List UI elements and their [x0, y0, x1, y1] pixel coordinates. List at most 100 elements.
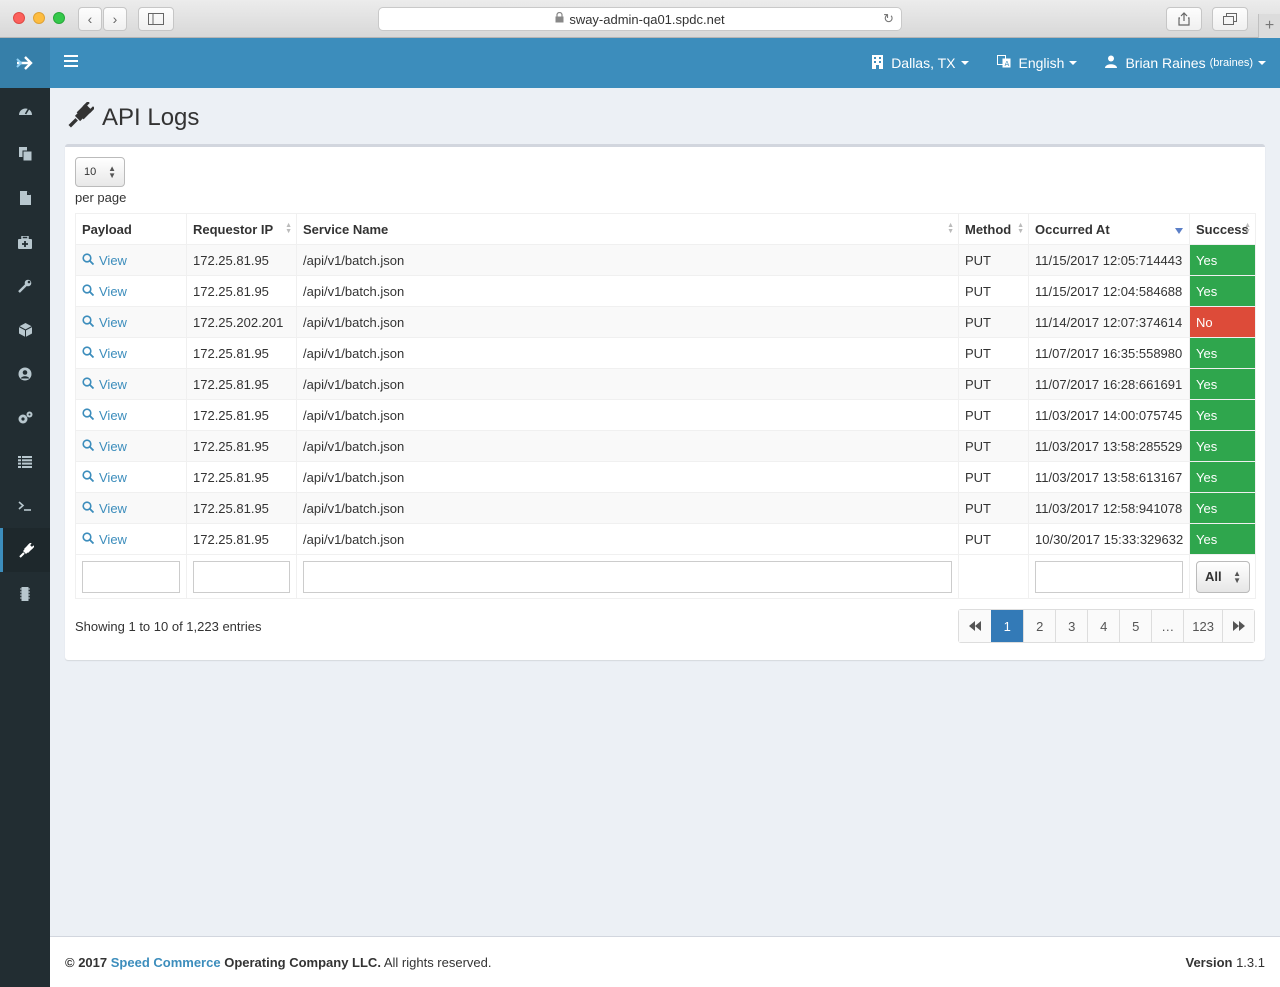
method-cell: PUT [958, 244, 1029, 276]
view-payload-link[interactable]: View [82, 377, 180, 392]
page-button[interactable]: 3 [1055, 610, 1088, 642]
user-circle-icon [18, 367, 32, 381]
view-payload-link[interactable]: View [82, 346, 180, 361]
company-link[interactable]: Speed Commerce [111, 955, 221, 970]
success-status-cell: Yes [1189, 275, 1256, 307]
page-button[interactable]: 2 [1023, 610, 1056, 642]
requestor-ip-cell: 172.25.81.95 [186, 368, 297, 400]
requestor-ip-cell: 172.25.81.95 [186, 430, 297, 462]
payload-cell: View [75, 399, 187, 431]
last-page-button[interactable] [1222, 610, 1254, 642]
sidebar-item-users[interactable] [0, 352, 50, 396]
page-button[interactable]: 123 [1183, 610, 1222, 642]
share-button[interactable] [1166, 7, 1202, 31]
sidebar-item-hardware[interactable] [0, 572, 50, 616]
address-bar[interactable]: sway-admin-qa01.spdc.net ↻ [378, 7, 902, 31]
search-icon [82, 407, 95, 423]
hamburger-menu-icon[interactable] [64, 55, 78, 69]
table-row: View 172.25.81.95/api/v1/batch.json PUT 11/… [75, 275, 1256, 307]
window-close-button[interactable] [13, 12, 25, 24]
table-row: View 172.25.202.201/api/v1/batch.json PUT 1… [75, 306, 1256, 338]
location-label: Dallas, TX [891, 55, 956, 71]
sidebar-item-products[interactable] [0, 308, 50, 352]
sidebar-item-settings[interactable] [0, 396, 50, 440]
occurred-at-cell: 11/14/2017 12:07:374614 [1028, 306, 1190, 338]
table-row: View 172.25.81.95/api/v1/batch.json PUT 11/… [75, 461, 1256, 493]
pagination: 1 2 3 4 5… 123 [958, 609, 1255, 643]
filter-cell [75, 554, 187, 599]
new-tab-button[interactable]: + [1258, 14, 1280, 38]
view-payload-link[interactable]: View [82, 408, 180, 423]
table-row: View 172.25.81.95/api/v1/batch.json PUT 11/… [75, 244, 1256, 276]
sort-icon: ▲ ▼ [1244, 222, 1251, 235]
view-payload-link[interactable]: View [82, 501, 180, 516]
reload-icon[interactable]: ↻ [883, 11, 894, 27]
sidebar-item-lists[interactable] [0, 440, 50, 484]
language-dropdown[interactable]: A English [996, 55, 1078, 71]
footer: © 2017 Speed Commerce Operating Company … [50, 936, 1280, 987]
view-payload-link[interactable]: View [82, 253, 180, 268]
app-logo[interactable] [0, 38, 50, 88]
view-payload-link[interactable]: View [82, 532, 180, 547]
view-label: View [99, 407, 127, 423]
view-label: View [99, 314, 127, 330]
sidebar-item-dashboard[interactable] [0, 88, 50, 132]
sidebar-item-console[interactable] [0, 484, 50, 528]
browser-back-button[interactable]: ‹ [78, 7, 102, 31]
user-dropdown[interactable]: Brian Raines (braines) [1105, 55, 1266, 71]
view-label: View [99, 345, 127, 361]
occurred-at-cell: 11/15/2017 12:04:584688 [1028, 275, 1190, 307]
browser-forward-button[interactable]: › [103, 7, 127, 31]
sidebar-item-files[interactable] [0, 176, 50, 220]
table-row: View 172.25.81.95/api/v1/batch.json PUT 11/… [75, 368, 1256, 400]
payload-filter-input[interactable] [82, 560, 180, 593]
sidebar-item-copy[interactable] [0, 132, 50, 176]
sidebar-item-tools[interactable] [0, 264, 50, 308]
search-icon [82, 376, 95, 392]
occurred-at-cell: 11/07/2017 16:28:661691 [1028, 368, 1190, 400]
occurred-at-cell: 11/03/2017 13:58:613167 [1028, 461, 1190, 493]
requestor-ip-cell: 172.25.81.95 [186, 337, 297, 369]
success-filter-select[interactable]: All ▲ ▼ [1196, 560, 1250, 593]
column-header-occurred-at[interactable]: Occurred At [1028, 213, 1190, 245]
search-icon [82, 314, 95, 330]
requestor-ip-cell: 172.25.81.95 [186, 461, 297, 493]
column-header-requestor-ip[interactable]: Requestor IP ▲ ▼ [186, 213, 297, 245]
column-header-success[interactable]: Success ▲ ▼ [1189, 213, 1256, 245]
window-minimize-button[interactable] [33, 12, 45, 24]
view-payload-link[interactable]: View [82, 439, 180, 454]
view-label: View [99, 376, 127, 392]
occurred-at-filter-input[interactable] [1035, 560, 1183, 593]
occurred-at-cell: 11/03/2017 13:58:285529 [1028, 430, 1190, 462]
page-button[interactable]: 5 [1119, 610, 1152, 642]
first-page-button[interactable] [959, 610, 992, 642]
wrench-icon [18, 279, 32, 293]
view-label: View [99, 500, 127, 516]
page-button[interactable]: 1 [991, 610, 1024, 642]
window-zoom-button[interactable] [53, 12, 65, 24]
sidebar-item-medkit[interactable] [0, 220, 50, 264]
requestor-ip-filter-input[interactable] [193, 560, 290, 593]
table-row: View 172.25.81.95/api/v1/batch.json PUT 10/… [75, 523, 1256, 555]
service-name-filter-input[interactable] [303, 560, 952, 593]
column-header-service-name[interactable]: Service Name ▲ ▼ [296, 213, 959, 245]
filter-cell [1028, 554, 1190, 599]
payload-cell: View [75, 275, 187, 307]
sidebar-toggle-button[interactable] [138, 7, 174, 31]
filter-row: All ▲ ▼ [75, 554, 1256, 599]
browser-chrome: ‹ › sway-admin-qa01.spdc.net ↻ + [0, 0, 1280, 38]
page-header: API Logs [68, 101, 200, 134]
column-header-method[interactable]: Method ▲ ▼ [958, 213, 1029, 245]
view-payload-link[interactable]: View [82, 315, 180, 330]
tabs-overview-button[interactable] [1212, 7, 1248, 31]
page-ellipsis: … [1151, 610, 1184, 642]
view-label: View [99, 252, 127, 268]
sidebar-item-api-logs[interactable] [0, 528, 50, 572]
caret-down-icon [1258, 61, 1266, 65]
per-page-select[interactable]: 10 ▲ ▼ [75, 157, 125, 187]
page-button[interactable]: 4 [1087, 610, 1120, 642]
page-title: API Logs [102, 104, 200, 131]
view-payload-link[interactable]: View [82, 470, 180, 485]
location-dropdown[interactable]: Dallas, TX [872, 54, 969, 72]
view-payload-link[interactable]: View [82, 284, 180, 299]
